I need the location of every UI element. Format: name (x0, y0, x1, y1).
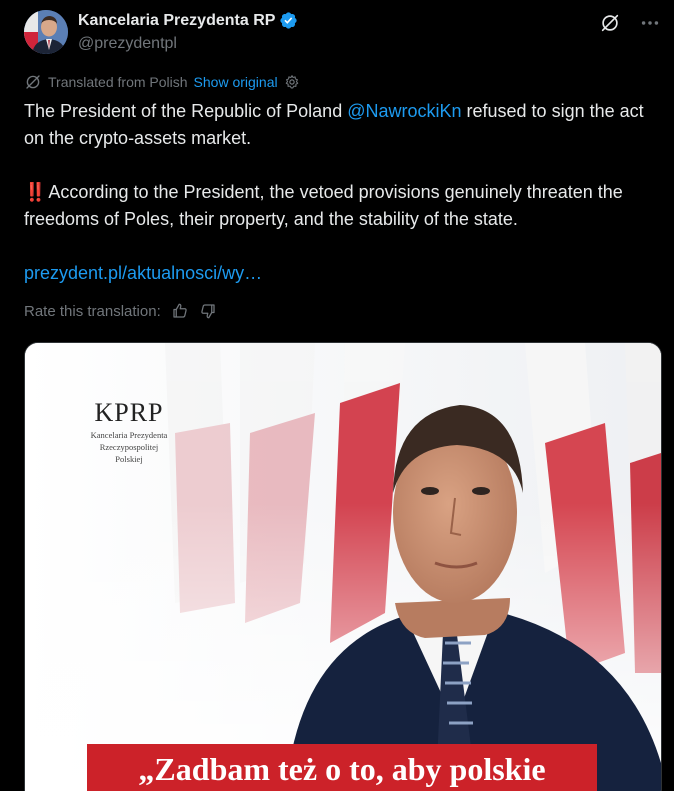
verified-badge-icon (280, 12, 298, 29)
translate-icon (26, 75, 40, 89)
quote-text: „Zadbam też o to, aby polskie (138, 750, 546, 787)
post-text-before-mention: The President of the Republic of Poland (24, 101, 348, 121)
logo-line-3: Polskiej (115, 454, 143, 464)
post: Kancelaria Prezydenta RP @prezydentpl Tr… (0, 0, 674, 791)
logo-line-1: Kancelaria Prezydenta (90, 430, 168, 440)
rate-translation: Rate this translation: (24, 302, 217, 320)
post-paragraph-2-text: According to the President, the vetoed p… (24, 182, 623, 229)
thumbs-down-icon[interactable] (199, 302, 217, 320)
post-paragraph-1: The President of the Republic of Poland … (24, 98, 664, 152)
show-original-link[interactable]: Show original (194, 74, 278, 90)
settings-icon[interactable] (284, 74, 300, 90)
logo-mark: KPRP (94, 398, 164, 427)
more-icon (641, 21, 659, 25)
thumbs-up-icon[interactable] (171, 302, 189, 320)
post-paragraph-2: ‼️ According to the President, the vetoed… (24, 179, 664, 233)
author-info: Kancelaria Prezydenta RP @prezydentpl (78, 11, 298, 53)
translated-label: Translated from Polish (48, 74, 188, 90)
grok-button[interactable] (599, 12, 621, 34)
media-image[interactable]: KPRP Kancelaria Prezydenta Rzeczypospoli… (24, 342, 662, 791)
post-text: The President of the Republic of Poland … (24, 98, 664, 287)
author-handle[interactable]: @prezydentpl (78, 35, 298, 53)
author-name[interactable]: Kancelaria Prezydenta RP (78, 12, 275, 30)
author-name-row: Kancelaria Prezydenta RP (78, 11, 298, 30)
avatar-image (24, 10, 68, 54)
rate-label: Rate this translation: (24, 302, 161, 320)
kprp-logo: KPRP Kancelaria Prezydenta Rzeczypospoli… (81, 398, 177, 464)
post-link[interactable]: prezydent.pl/aktualnosci/wy… (24, 263, 262, 283)
double-exclamation-emoji: ‼️ (24, 182, 46, 202)
translation-info: Translated from Polish Show original (24, 73, 300, 91)
grok-icon (601, 14, 619, 32)
mention-link[interactable]: @NawrockiKn (347, 101, 461, 121)
logo-line-2: Rzeczypospolitej (99, 442, 159, 452)
avatar[interactable] (24, 10, 68, 54)
more-button[interactable] (639, 12, 661, 34)
quote-banner: „Zadbam też o to, aby polskie (87, 744, 597, 791)
post-header: Kancelaria Prezydenta RP @prezydentpl (24, 8, 661, 58)
header-actions (599, 12, 661, 34)
